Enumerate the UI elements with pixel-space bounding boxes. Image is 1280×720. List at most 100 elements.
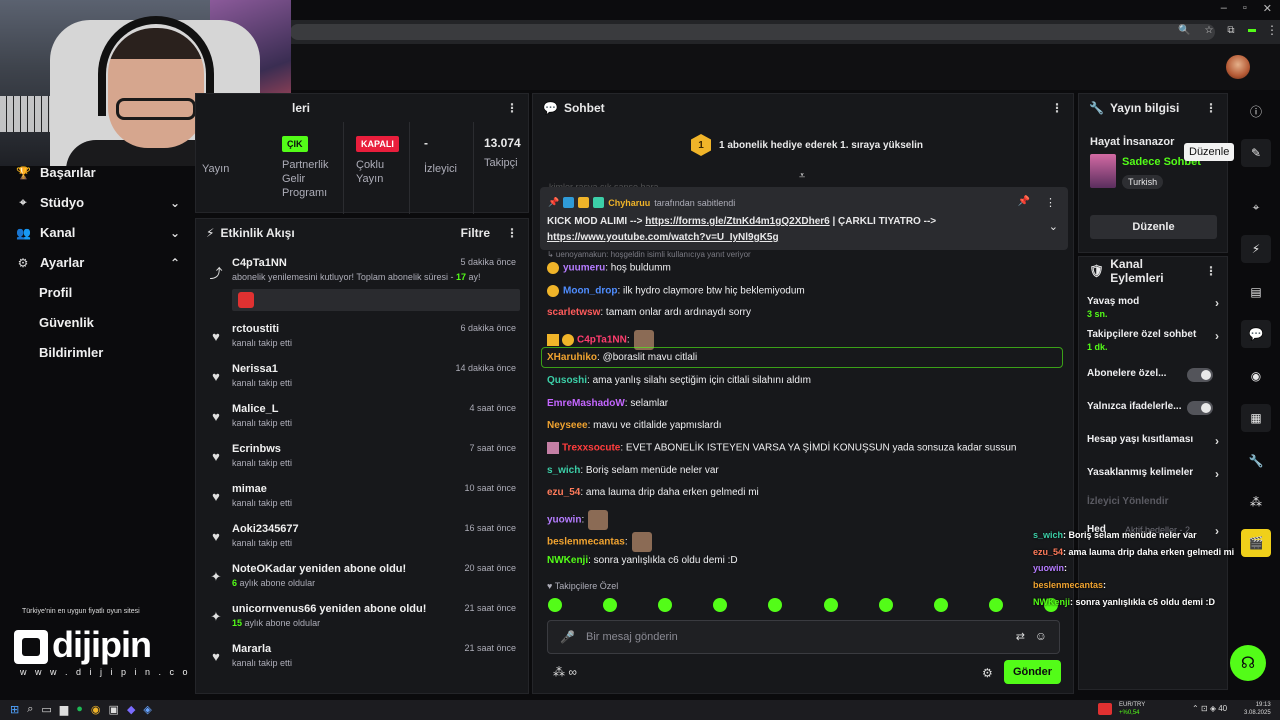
chat-message[interactable]: NWKenji: sonra yanlışlıkla c6 oldu demi … bbox=[547, 555, 738, 566]
channel-action-item[interactable]: Yasaklanmış kelimeler › bbox=[1087, 467, 1219, 481]
spotify-icon[interactable]: ● bbox=[76, 703, 83, 716]
sidebar-item-studio[interactable]: ⌖ Stüdyo ⌄ bbox=[16, 195, 180, 210]
chat-username[interactable]: scarletwsw bbox=[547, 307, 600, 318]
bolt-icon[interactable]: ⚡ bbox=[1241, 235, 1271, 263]
filter-button[interactable]: Filtre bbox=[461, 226, 490, 240]
emote-icon[interactable] bbox=[548, 598, 562, 612]
chat-username[interactable]: beslenmecantas bbox=[547, 537, 625, 548]
toggle-switch[interactable] bbox=[1187, 401, 1213, 415]
address-bar[interactable] bbox=[290, 24, 1215, 40]
chat-username[interactable]: Neyseee bbox=[547, 420, 588, 431]
chat-message[interactable]: Qusoshi: ama yanlış silahı seçtiğim için… bbox=[547, 375, 811, 386]
activity-username[interactable]: Malice_L bbox=[232, 403, 278, 415]
channel-action-item[interactable]: Abonelere özel... bbox=[1087, 368, 1219, 382]
activity-row[interactable]: ♥ Mararla kanalı takip etti 21 saat önce bbox=[206, 643, 518, 683]
emote-icon[interactable] bbox=[713, 598, 728, 612]
search-icon[interactable]: ⌕ bbox=[27, 703, 33, 716]
chat-message[interactable]: yuowin: bbox=[547, 510, 609, 530]
activity-row[interactable]: ✦ NoteOKadar yeniden abone oldu! 6 aylık a… bbox=[206, 563, 518, 603]
emote-icon[interactable] bbox=[933, 598, 948, 612]
activity-row[interactable]: ♥ Nerissa1 kanalı takip etti 14 dakika önce bbox=[206, 363, 518, 403]
file-explorer-icon[interactable]: ▆ bbox=[60, 703, 68, 716]
bookmark-star-icon[interactable]: ☆ bbox=[1204, 25, 1213, 36]
activity-username[interactable]: Mararla bbox=[232, 643, 271, 655]
chat-message[interactable]: beslenmecantas: bbox=[547, 532, 652, 552]
chevron-down-icon[interactable]: ⌄ bbox=[1049, 220, 1058, 233]
edit-stream-button[interactable]: Düzenle bbox=[1090, 215, 1217, 239]
browser-menu-icon[interactable]: ⋮ bbox=[1266, 23, 1278, 37]
emote-icon[interactable] bbox=[823, 598, 838, 612]
minimize-button[interactable]: – bbox=[1221, 2, 1227, 15]
extensions-icon[interactable]: ⧉ bbox=[1227, 25, 1234, 36]
restore-button[interactable]: ▫ bbox=[1243, 2, 1247, 15]
chat-username[interactable]: ezu_54 bbox=[547, 487, 580, 498]
pinned-more-icon[interactable]: ⋮ bbox=[1045, 196, 1056, 209]
chat-input[interactable]: 🎤 Bir mesaj gönderin ⇄ ☺ bbox=[547, 620, 1060, 654]
chat-username[interactable]: EmreMashadoW bbox=[547, 398, 625, 409]
activity-username[interactable]: Aoki2345677 bbox=[232, 523, 299, 535]
steam-icon[interactable]: ◈ bbox=[143, 703, 151, 716]
microphone-icon[interactable]: 🎤 bbox=[560, 630, 575, 644]
channel-action-item[interactable]: Hesap yaşı kısıtlaması › bbox=[1087, 434, 1219, 448]
pinned-message[interactable]: 📌 Chyharuu tarafından sabitlendi KICK MO… bbox=[540, 187, 1068, 250]
app-icon[interactable]: ▣ bbox=[109, 703, 119, 716]
more-options-icon[interactable]: ⋮ bbox=[506, 101, 518, 115]
pinned-forms-link[interactable]: https://forms.gle/ZtnKd4m1gQ2XDher6 bbox=[645, 216, 829, 227]
clock[interactable]: 19:13 3.08.2025 bbox=[1244, 701, 1271, 717]
chat-message[interactable]: Neyseee: mavu ve citlalide yapmıslardı bbox=[547, 420, 722, 431]
zoom-icon[interactable]: 🔍 bbox=[1178, 25, 1190, 36]
points-icon[interactable]: ⁂ bbox=[1241, 488, 1271, 516]
edit-pencil-icon[interactable]: ✎ bbox=[1241, 139, 1271, 167]
user-avatar[interactable] bbox=[1226, 55, 1250, 79]
emoji-icon[interactable]: ☺ bbox=[1035, 629, 1047, 643]
toggle-switch[interactable] bbox=[1187, 368, 1213, 382]
more-options-icon[interactable]: ⋮ bbox=[1205, 101, 1217, 115]
emote-icon[interactable] bbox=[878, 598, 893, 612]
task-view-icon[interactable]: ▭ bbox=[41, 703, 51, 716]
emote-icon[interactable] bbox=[768, 598, 783, 612]
media-icon[interactable]: ▦ bbox=[1241, 404, 1271, 432]
channel-action-item[interactable]: Yavaş mod 3 sn. › bbox=[1087, 296, 1219, 319]
gift-leaderboard-banner[interactable]: 1 1 abonelik hediye ederek 1. sıraya yük… bbox=[691, 134, 923, 156]
emote-icon[interactable] bbox=[603, 598, 618, 612]
activity-username[interactable]: Ecrinbws bbox=[232, 443, 281, 455]
tools-icon[interactable]: 🔧 bbox=[1241, 447, 1271, 475]
translate-icon[interactable]: ⇄ bbox=[1016, 630, 1025, 643]
tray-icons[interactable]: ⌃ ⊡ ◈ 40 bbox=[1192, 704, 1227, 713]
activity-row[interactable]: ♥ mimae kanalı takip etti 10 saat önce bbox=[206, 483, 518, 523]
chat-message[interactable]: s_wich: Boriş selam menüde neler var bbox=[547, 465, 719, 476]
chrome-icon[interactable]: ◉ bbox=[91, 703, 101, 716]
send-button[interactable]: Gönder bbox=[1004, 660, 1061, 684]
sidebar-item-achievements[interactable]: 🏆 Başarılar bbox=[16, 165, 180, 180]
chat-username[interactable]: yuumeru bbox=[563, 263, 605, 274]
activity-row[interactable]: ♥ Ecrinbws kanalı takip etti 7 saat önce bbox=[206, 443, 518, 483]
chat-username[interactable]: NWKenji bbox=[547, 555, 588, 566]
sidebar-subitem-notifications[interactable]: Bildirimler bbox=[39, 345, 103, 360]
activity-username[interactable]: mimae bbox=[232, 483, 267, 495]
activity-row[interactable]: ♥ Malice_L kanalı takip etti 4 saat önce bbox=[206, 403, 518, 443]
notes-icon[interactable]: ▤ bbox=[1241, 278, 1271, 306]
activity-username[interactable]: Nerissa1 bbox=[232, 363, 278, 375]
sidebar-item-channel[interactable]: 👥 Kanal ⌄ bbox=[16, 225, 180, 240]
chat-message[interactable]: yuumeru: hoş buldumm bbox=[547, 262, 671, 274]
sidebar-subitem-profile[interactable]: Profil bbox=[39, 285, 72, 300]
chat-message[interactable]: scarletwsw: tamam onlar ardı ardınaydı s… bbox=[547, 307, 751, 318]
chat-username[interactable]: yuowin bbox=[547, 515, 581, 526]
activity-row[interactable]: ⤴ C4pTa1NN abonelik yenilemesini kutluyor!… bbox=[206, 257, 520, 317]
info-icon[interactable]: ⓘ bbox=[1241, 97, 1271, 125]
chat-points-icon[interactable]: ⁂ ∞ bbox=[553, 665, 577, 679]
pinned-youtube-link[interactable]: https://www.youtube.com/watch?v=U_IyNl9g… bbox=[547, 232, 779, 243]
extension-indicator[interactable] bbox=[1248, 29, 1256, 32]
chat-username[interactable]: Qusoshi bbox=[547, 375, 587, 386]
windows-start-icon[interactable]: ⊞ bbox=[10, 703, 19, 716]
activity-username[interactable]: rctoustiti bbox=[232, 323, 279, 335]
collapse-icon[interactable]: ⩡ bbox=[799, 170, 805, 183]
pinned-by-user[interactable]: Chyharuu bbox=[608, 198, 650, 208]
emote-icon[interactable] bbox=[988, 598, 1003, 612]
activity-username[interactable]: unicornvenus66 yeniden abone oldu! bbox=[232, 603, 426, 615]
chat-message[interactable]: EmreMashadoW: selamlar bbox=[547, 398, 668, 409]
chat-message[interactable]: Moon_drop: ilk hydro claymore btw hiç be… bbox=[547, 285, 805, 297]
channel-action-item[interactable]: Takipçilere özel sohbet 1 dk. › bbox=[1087, 329, 1219, 352]
support-headset-icon[interactable]: ☊ bbox=[1230, 645, 1266, 681]
more-options-icon[interactable]: ⋮ bbox=[1205, 264, 1217, 278]
